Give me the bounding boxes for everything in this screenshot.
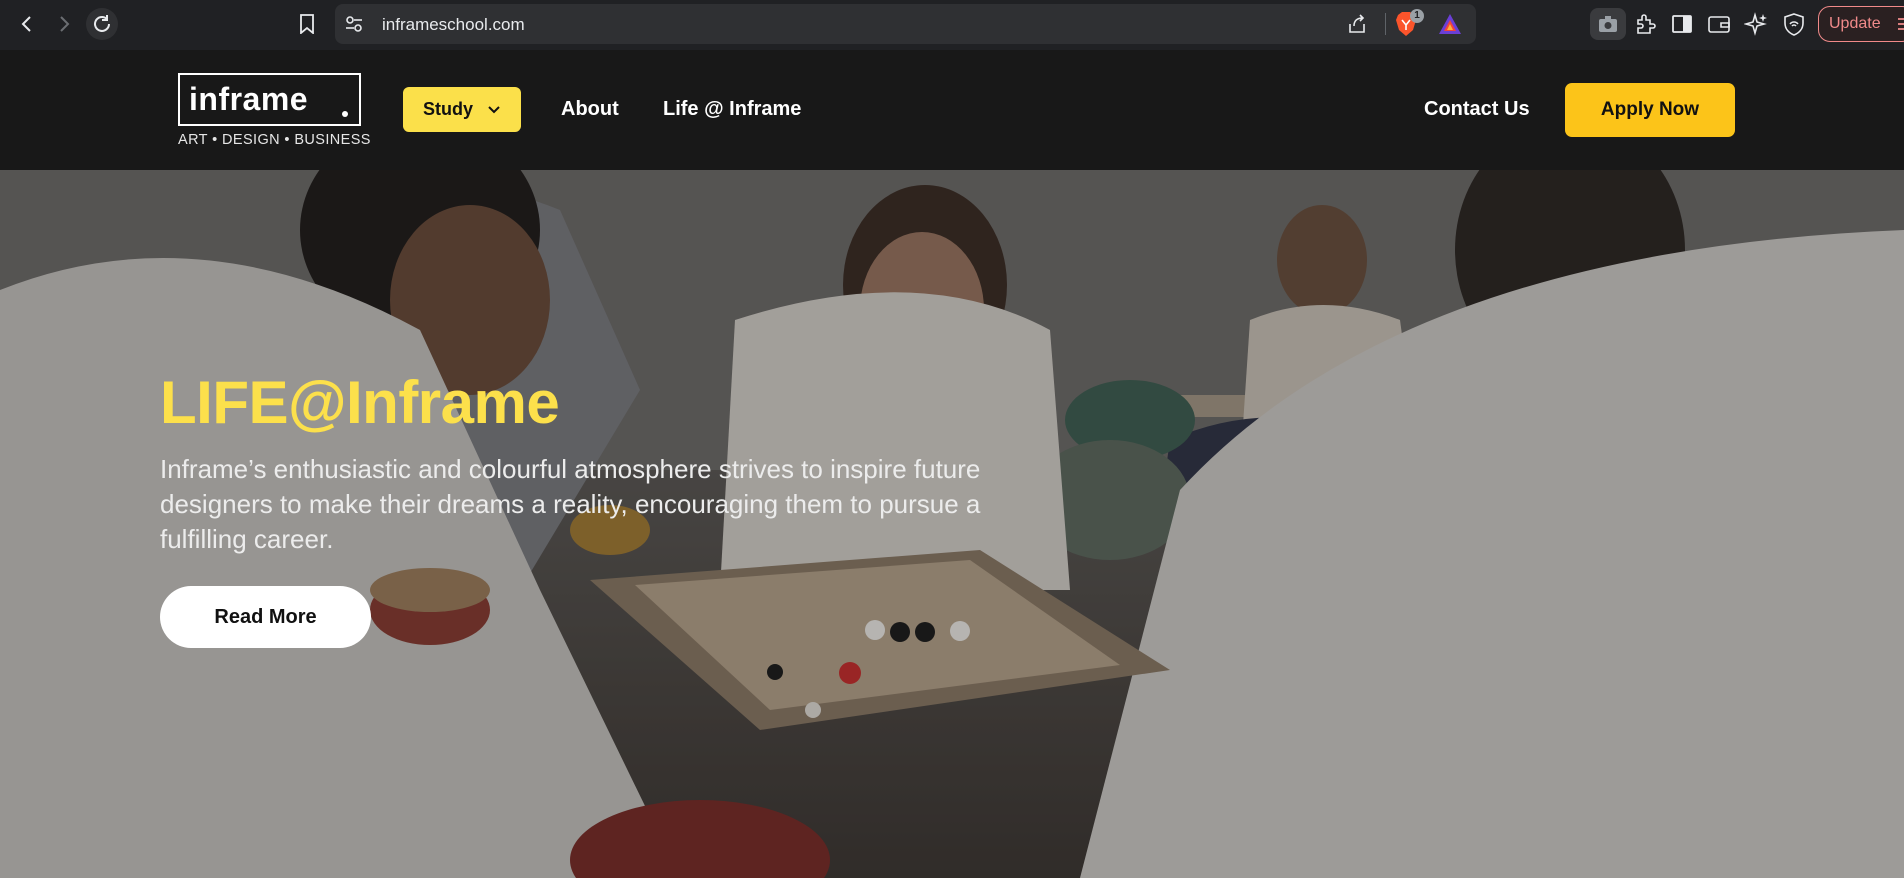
wallet-icon[interactable] bbox=[1707, 12, 1731, 36]
browser-toolbar: inframeschool.com 1 Update bbox=[0, 0, 1904, 50]
site-settings-icon[interactable] bbox=[345, 14, 363, 34]
forward-arrow-icon bbox=[60, 16, 70, 32]
study-dropdown-button[interactable]: Study bbox=[403, 87, 521, 132]
address-bar-divider bbox=[1385, 13, 1386, 35]
menu-icon bbox=[1898, 18, 1904, 30]
study-label: Study bbox=[423, 99, 474, 119]
bookmark-button[interactable] bbox=[291, 8, 323, 40]
hero-description: Inframe’s enthusiastic and colourful atm… bbox=[160, 454, 981, 554]
logo-tagline: ART • DESIGN • BUSINESS bbox=[178, 132, 371, 148]
address-bar[interactable]: inframeschool.com 1 bbox=[335, 4, 1476, 44]
update-button[interactable]: Update bbox=[1818, 6, 1904, 42]
logo-dot bbox=[342, 111, 348, 117]
extensions-icon[interactable] bbox=[1633, 12, 1657, 36]
url-text[interactable]: inframeschool.com bbox=[382, 15, 525, 35]
reload-button[interactable] bbox=[86, 8, 118, 40]
shields-count-badge: 1 bbox=[1410, 9, 1424, 23]
vpn-icon[interactable] bbox=[1782, 12, 1806, 36]
site-header: inframe ART • DESIGN • BUSINESS Study Ab… bbox=[0, 50, 1904, 170]
apply-now-button[interactable]: Apply Now bbox=[1565, 83, 1735, 137]
sidebar-icon[interactable] bbox=[1670, 12, 1694, 36]
screenshot-button[interactable] bbox=[1590, 8, 1626, 40]
back-button[interactable] bbox=[11, 8, 43, 40]
update-label: Update bbox=[1829, 15, 1881, 32]
inframe-logo[interactable]: inframe bbox=[178, 73, 361, 126]
bookmark-icon bbox=[300, 14, 314, 34]
brave-rewards-icon[interactable] bbox=[1438, 13, 1462, 35]
leo-ai-icon[interactable] bbox=[1744, 12, 1768, 36]
nav-about[interactable]: About bbox=[561, 98, 619, 121]
logo-wordmark: inframe bbox=[189, 81, 309, 117]
read-more-button[interactable]: Read More bbox=[160, 586, 371, 648]
chevron-down-icon bbox=[488, 105, 500, 113]
hero-title: LIFE@Inframe bbox=[160, 369, 560, 436]
nav-contact-us[interactable]: Contact Us bbox=[1424, 98, 1530, 121]
nav-life-at-inframe[interactable]: Life @ Inframe bbox=[663, 98, 801, 121]
reload-icon bbox=[94, 15, 110, 32]
share-icon[interactable] bbox=[1346, 13, 1368, 35]
hero-section: LIFE@Inframe Inframe’s enthusiastic and … bbox=[0, 170, 1904, 878]
camera-icon bbox=[1599, 16, 1617, 32]
forward-button[interactable] bbox=[48, 8, 80, 40]
back-arrow-icon bbox=[21, 16, 31, 32]
